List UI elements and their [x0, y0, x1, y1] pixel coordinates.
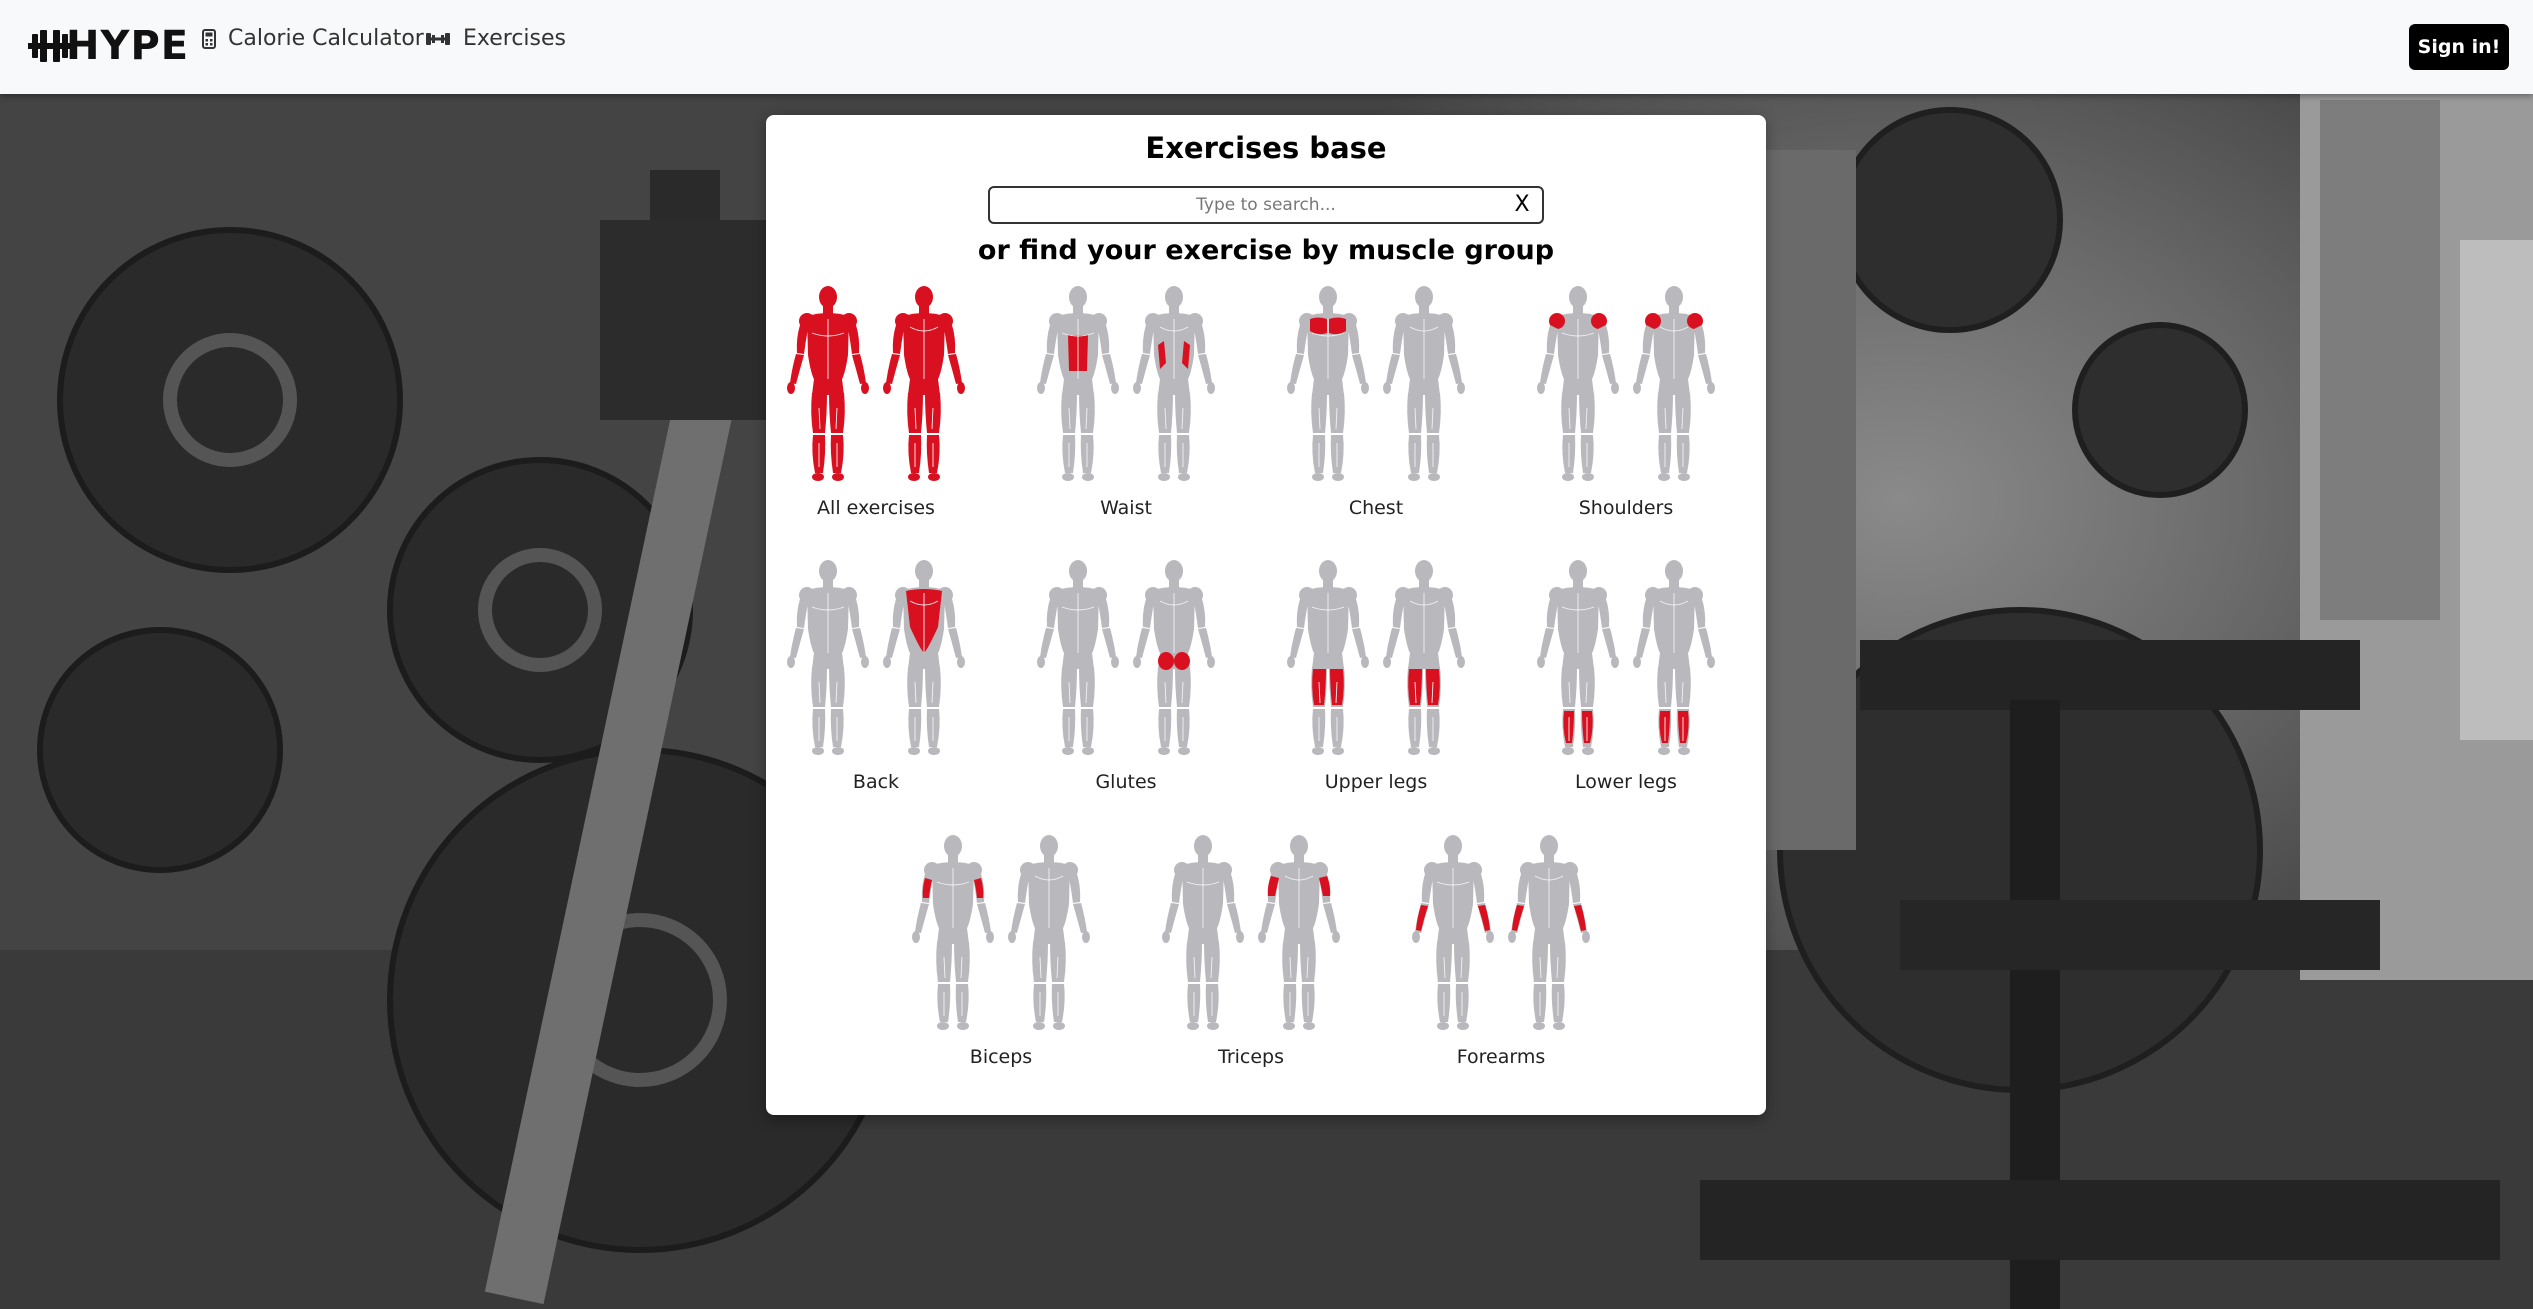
muscle-group-label: Back	[852, 771, 900, 793]
nav-calorie-calculator[interactable]: Calorie Calculator	[202, 26, 424, 51]
muscle-group-label: Biceps	[969, 1046, 1033, 1068]
search-box: X	[988, 186, 1544, 224]
muscle-group-label: Triceps	[1218, 1046, 1284, 1068]
muscle-group-triceps[interactable]: Triceps	[1151, 832, 1351, 1082]
nav-calorie-calculator-label: Calorie Calculator	[228, 26, 424, 51]
muscle-group-label: Waist	[1100, 497, 1152, 519]
muscle-group-upper-legs[interactable]: Upper legs	[1276, 557, 1476, 807]
dumbbell-icon	[426, 32, 450, 45]
muscle-group-lower-legs[interactable]: Lower legs	[1526, 557, 1726, 807]
brand-name: HYPE	[66, 23, 190, 69]
muscle-map-figure	[1037, 286, 1215, 481]
muscle-group-all[interactable]: All exercises	[776, 283, 976, 533]
muscle-group-label: Lower legs	[1575, 771, 1677, 793]
muscle-group-label: Upper legs	[1324, 771, 1428, 793]
muscle-group-label: Forearms	[1456, 1046, 1546, 1068]
muscle-map-figure	[1537, 560, 1715, 755]
calculator-icon	[202, 28, 216, 49]
nav-exercises[interactable]: Exercises	[425, 26, 566, 51]
muscle-group-back[interactable]: Back	[776, 557, 976, 807]
search-input[interactable]	[990, 188, 1542, 222]
muscle-group-label: Glutes	[1095, 771, 1157, 793]
muscle-map-figure	[787, 286, 965, 481]
exercises-base-card: Exercises base X or find your exercise b…	[766, 115, 1766, 1115]
muscle-group-label: All exercises	[817, 497, 935, 519]
muscle-group-forearms[interactable]: Forearms	[1401, 832, 1601, 1082]
muscle-map-figure	[1162, 835, 1340, 1030]
muscle-map-figure	[1287, 560, 1465, 755]
muscle-map-figure	[1412, 835, 1590, 1030]
clear-search-button[interactable]: X	[1510, 192, 1534, 218]
muscle-map-figure	[787, 560, 965, 755]
muscle-group-biceps[interactable]: Biceps	[901, 832, 1101, 1082]
muscle-group-waist[interactable]: Waist	[1026, 283, 1226, 533]
brand-logo[interactable]: HYPE	[28, 23, 190, 69]
muscle-map-figure	[1037, 560, 1215, 755]
sign-in-button[interactable]: Sign in!	[2409, 24, 2509, 70]
muscle-group-chest[interactable]: Chest	[1276, 283, 1476, 533]
page-title: Exercises base	[1145, 131, 1387, 165]
muscle-map-figure	[1287, 286, 1465, 481]
muscle-group-label: Shoulders	[1578, 497, 1674, 519]
muscle-group-shoulders[interactable]: Shoulders	[1526, 283, 1726, 533]
muscle-group-heading: or find your exercise by muscle group	[977, 235, 1555, 266]
muscle-group-label: Chest	[1348, 497, 1404, 519]
top-navbar: HYPE Calorie Calculator Exercises Sign i…	[0, 0, 2533, 94]
muscle-group-glutes[interactable]: Glutes	[1026, 557, 1226, 807]
nav-exercises-label: Exercises	[463, 26, 567, 51]
muscle-map-figure	[1537, 286, 1715, 481]
muscle-map-figure	[912, 835, 1090, 1030]
